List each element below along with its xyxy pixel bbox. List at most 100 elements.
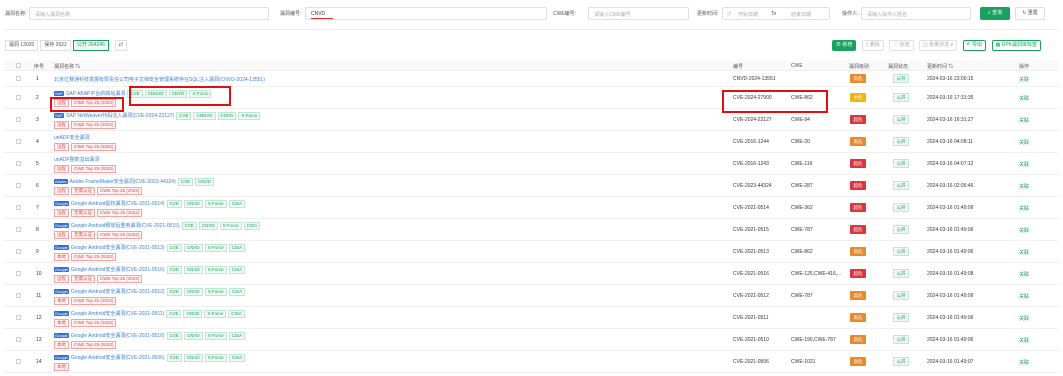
row-checkbox[interactable] [16,95,21,100]
source-tag: X-Force [204,266,227,274]
row-checkbox[interactable] [16,227,21,232]
operator-filter-input[interactable]: 请输入操作人姓名 [861,7,971,20]
table-row: 13 Google Google Android安全漏洞(CVE-2021-0510… [4,329,1059,351]
row-index: 9 [36,249,39,255]
row-checkbox[interactable] [16,76,21,81]
name-filter-input[interactable]: 请输入漏洞名称 [29,7,269,20]
vuln-name-link[interactable]: Google Android安全漏洞(CVE-2021-0510) [71,333,165,339]
link-button[interactable]: 关联 [1019,205,1029,212]
cwe-filter-input[interactable]: 请输入CWE编号 [588,7,689,20]
spellcheck-underline [311,18,333,19]
vuln-name-link[interactable]: Google Android安全漏洞(CVE-2021-0516) [71,267,165,273]
vuln-name-link[interactable]: Google Android安全漏洞(CVE-2021-0506) [71,355,165,361]
name-filter-label: 漏洞名称: [5,11,27,17]
link-button[interactable]: 关联 [1019,161,1029,168]
vuln-name-link[interactable]: SAP NetWeaver代码注入漏洞(CVE-2024-22127) [66,113,174,119]
link-button[interactable]: 关联 [1019,315,1029,322]
vuln-name-link[interactable]: unADF安全漏洞 [54,135,90,141]
link-button[interactable]: 关联 [1019,183,1029,190]
vuln-name-cell: Google Google Android安全漏洞(CVE-2021-0506) C… [54,354,246,362]
vuln-id: CVE-2021-0510 [733,337,769,343]
attr-tag: 本地 [54,319,69,327]
source-tag: CVE [166,288,182,296]
vendor-badge: Google [54,333,69,339]
row-tags: 远程 无需认证 CWE Top 25 (2023) [54,209,144,217]
delete-button[interactable]: ▯ 删除 [861,40,884,51]
tab-saved[interactable]: 保存 3922 [40,40,71,51]
status-badge: 公开 [893,225,909,234]
table-toolbar: ⊕ 新增 ▯ 删除 ◇ 标签 ◫ 批量状态 ▾ ⇱ 导出 ▦ DPK漏洞库标签 [828,40,1041,52]
select-all-checkbox[interactable] [16,63,21,68]
row-tags: 远程 无需认证 CWE Top 25 (2023) [54,187,144,195]
id-filter-input[interactable]: CNVD [305,7,547,20]
link-button[interactable]: 关联 [1019,95,1029,102]
vuln-name-link[interactable]: Adobe FrameMaker安全漏洞(CVE-2023-44324) [70,179,176,185]
search-button[interactable]: ⌕ 查询 [980,7,1010,20]
row-index: 10 [36,271,42,277]
row-checkbox[interactable] [16,117,21,122]
reset-button[interactable]: ↻ 重置 [1015,7,1045,20]
vuln-cwe: CWE-287 [791,183,813,189]
batch-status-button[interactable]: ◫ 批量状态 ▾ [919,40,958,51]
vuln-id: CVE-2016-1244 [733,139,769,145]
attr-tag: 本地 [54,363,69,371]
status-badge: 公开 [893,181,909,190]
link-button[interactable]: 关联 [1019,337,1029,344]
col-time[interactable]: 更新时间 ⇅ [927,63,953,70]
add-button[interactable]: ⊕ 新增 [831,40,857,51]
source-tag: CISA [243,222,261,230]
status-badge: 公开 [893,269,909,278]
vuln-name-link[interactable]: 北京亿赛通科技发展有限责任公司电子文档安全管理系统存在SQL注入漏洞(CNVD-… [54,77,265,83]
vuln-name-link[interactable]: Google Android提权漏洞(CVE-2021-0514) [71,201,165,207]
date-range-picker[interactable]: ◷ 开始日期 To 结束日期 [722,7,830,20]
link-button[interactable]: 关联 [1019,249,1029,256]
level-badge: 高危 [850,247,866,256]
row-index: 4 [36,139,39,145]
dpk-import-button[interactable]: ▦ DPK漏洞库标签 [991,40,1041,51]
tab-vuln[interactable]: 漏洞 13020 [5,40,39,51]
link-button[interactable]: 关联 [1019,271,1029,278]
row-checkbox[interactable] [16,293,21,298]
attr-tag: CWE Top 25 (2023) [71,319,117,327]
vuln-name-cell: Google Google Android安全漏洞(CVE-2021-0511) C… [54,310,245,318]
vuln-table: 序号 漏洞名称 ⇅ 编号 CWE 漏洞级别 漏洞状态 更新时间 ⇅ 操作 1 北京… [4,60,1059,373]
row-checkbox[interactable] [16,359,21,364]
row-checkbox[interactable] [16,205,21,210]
vuln-name-link[interactable]: Google Android安全漏洞(CVE-2021-0513) [71,245,165,251]
vuln-cwe: CWE-94 [791,117,810,123]
link-button[interactable]: 关联 [1019,139,1029,146]
link-button[interactable]: 关联 [1019,227,1029,234]
row-checkbox[interactable] [16,249,21,254]
row-checkbox[interactable] [16,315,21,320]
search-icon: ⌕ [987,10,991,16]
vuln-name-cell: Google Google Android释放后重用漏洞(CVE-2021-051… [54,222,261,230]
level-badge: 高危 [850,291,866,300]
highlight-box-tags [50,97,124,112]
status-badge: 公开 [893,291,909,300]
source-tag: CISA [228,354,246,362]
row-tags: 本地 CWE Top 25 (2023) [54,319,118,327]
status-badge: 公开 [893,74,909,83]
row-checkbox[interactable] [16,271,21,276]
row-checkbox[interactable] [16,337,21,342]
vuln-name-link[interactable]: Google Android释放后重用漏洞(CVE-2021-0515) [71,223,180,229]
link-button[interactable]: 关联 [1019,293,1029,300]
export-button[interactable]: ⇱ 导出 [962,40,987,51]
vuln-name-link[interactable]: Google Android安全漏洞(CVE-2021-0512) [71,289,165,295]
row-checkbox[interactable] [16,139,21,144]
source-tag: CNVD [217,112,237,120]
swap-icon[interactable]: ⇄ [114,40,127,51]
tab-public[interactable]: 公开 264246 [72,40,109,51]
row-checkbox[interactable] [16,161,21,166]
vuln-name-link[interactable]: unADF整数溢出漏洞 [54,157,100,163]
col-name[interactable]: 漏洞名称 ⇅ [54,63,80,70]
link-button[interactable]: 关联 [1019,76,1029,83]
vuln-cwe: CWE-787 [791,227,813,233]
link-button[interactable]: 关联 [1019,359,1029,366]
vuln-name-link[interactable]: Google Android安全漏洞(CVE-2021-0511) [71,311,164,317]
table-row: 11 Google Google Android安全漏洞(CVE-2021-0512… [4,285,1059,307]
vendor-badge: Google [54,311,69,317]
tag-button[interactable]: ◇ 标签 [889,40,914,51]
link-button[interactable]: 关联 [1019,117,1029,124]
row-checkbox[interactable] [16,183,21,188]
